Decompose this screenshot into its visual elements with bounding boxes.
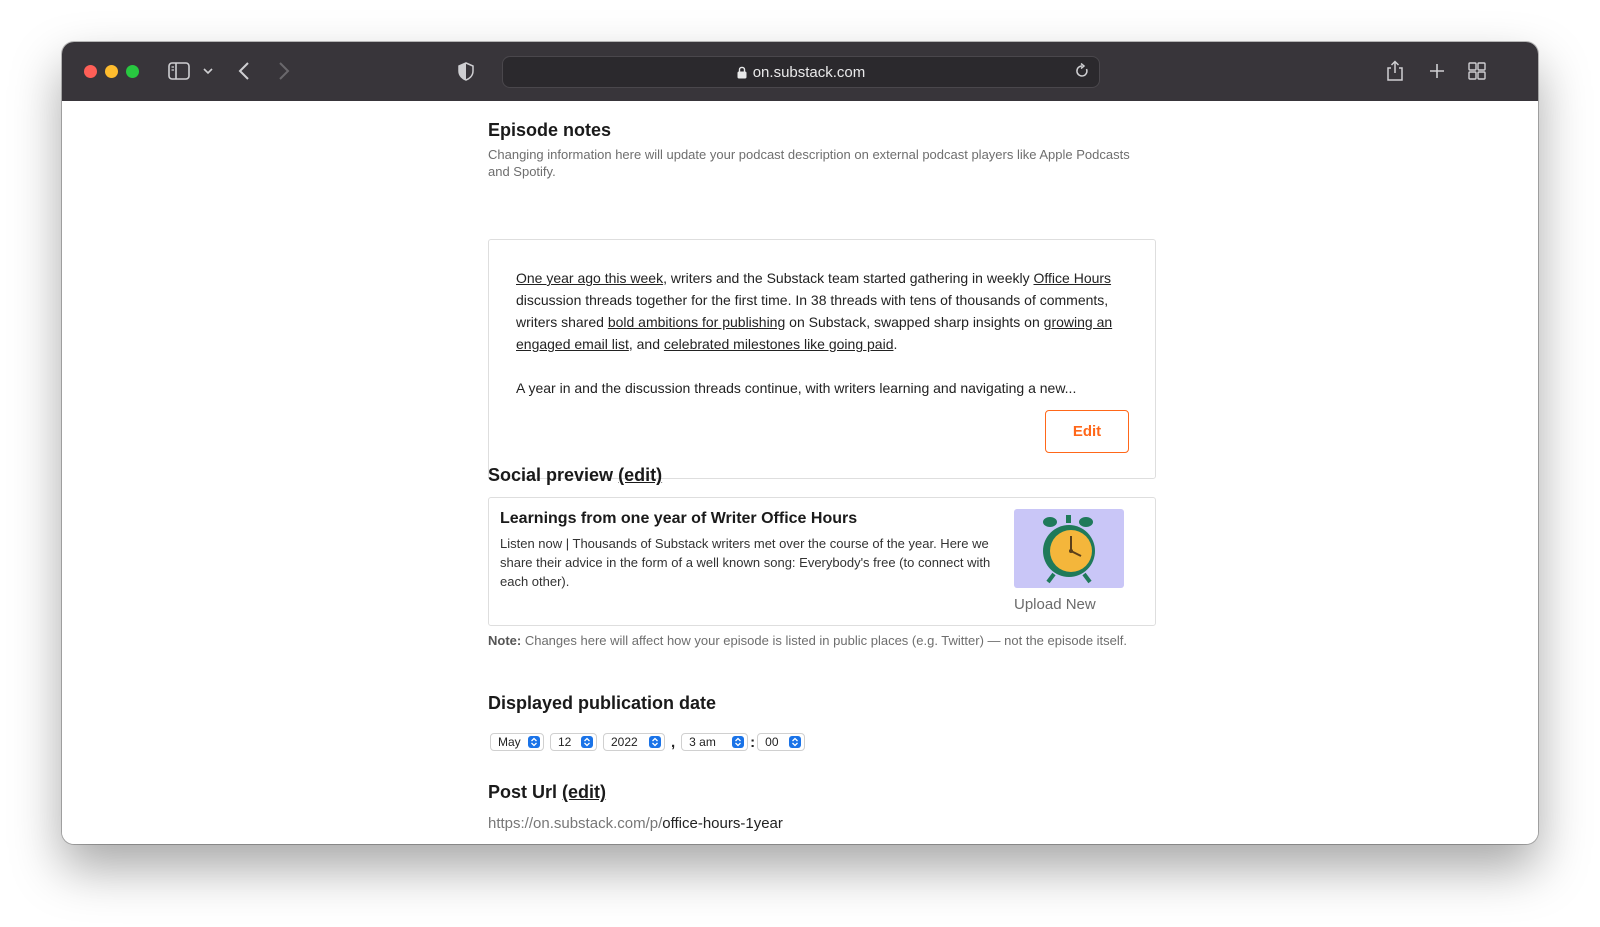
share-icon[interactable] (1384, 58, 1406, 84)
social-preview-header: Social preview (edit) (488, 465, 1158, 486)
address-bar[interactable]: on.substack.com (502, 56, 1100, 88)
notes-text-segment: , and (628, 336, 664, 352)
notes-link-one-year-ago[interactable]: One year ago this week (516, 270, 663, 286)
post-url-header: Post Url (edit) (488, 782, 1158, 803)
social-preview-edit-link[interactable]: (edit) (618, 465, 662, 485)
zoom-window-button[interactable] (126, 65, 139, 78)
notes-text-segment: , writers and the Substack team started … (663, 270, 1034, 286)
post-url-slug: office-hours-1year (662, 815, 783, 832)
upload-new-link[interactable]: Upload New (1014, 596, 1096, 613)
hour-value: 3 am (689, 735, 716, 749)
minimize-window-button[interactable] (105, 65, 118, 78)
page-content: Episode notes Changing information here … (62, 101, 1538, 844)
post-url-value: https://on.substack.com/p/office-hours-1… (488, 815, 783, 832)
preview-description: Listen now | Thousands of Substack write… (500, 536, 991, 589)
notes-paragraph-2: A year in and the discussion threads con… (516, 380, 1077, 396)
edit-notes-button[interactable]: Edit (1045, 410, 1129, 453)
month-value: May (498, 735, 521, 749)
notes-link-office-hours[interactable]: Office Hours (1034, 270, 1112, 286)
close-window-button[interactable] (84, 65, 97, 78)
notes-link-bold-ambitions[interactable]: bold ambitions for publishing (608, 314, 785, 330)
post-url-title-text: Post Url (488, 782, 558, 802)
episode-notes-heading: Episode notes (488, 120, 612, 140)
year-select[interactable]: 2022 (603, 733, 665, 751)
social-preview-heading: Social preview (edit) (488, 465, 1158, 486)
forward-icon[interactable] (274, 58, 294, 84)
day-value: 12 (558, 735, 572, 749)
notes-paragraph-1: One year ago this week, writers and the … (516, 267, 1128, 355)
chevron-down-icon[interactable] (200, 58, 216, 84)
notes-link-milestones[interactable]: celebrated milestones like going paid (664, 336, 894, 352)
social-preview-note: Note: Changes here will affect how your … (488, 633, 1156, 649)
reload-icon[interactable] (1075, 62, 1089, 83)
post-url-edit-link[interactable]: (edit) (562, 782, 606, 802)
sidebar-toggle-icon[interactable] (166, 58, 192, 84)
notes-text-segment: . (893, 336, 898, 352)
note-text: Changes here will affect how your episod… (521, 633, 1128, 648)
select-arrows-icon (528, 736, 540, 748)
social-preview-card: Learnings from one year of Writer Office… (488, 497, 1156, 626)
social-preview-title-text: Social preview (488, 465, 614, 485)
date-comma: , (671, 733, 676, 751)
preview-thumbnail-alarm-clock[interactable] (1014, 509, 1124, 588)
notes-text-segment: on Substack, swapped sharp insights on (785, 314, 1044, 330)
minute-select[interactable]: 00 (757, 733, 806, 751)
select-arrows-icon (789, 736, 802, 748)
post-url-heading: Post Url (edit) (488, 782, 1158, 803)
select-arrows-icon (732, 736, 745, 748)
select-arrows-icon (649, 736, 661, 748)
preview-title: Learnings from one year of Writer Office… (500, 510, 858, 527)
episode-notes-text: One year ago this week, writers and the … (516, 267, 1128, 399)
year-value: 2022 (611, 735, 638, 749)
lock-icon (737, 66, 747, 79)
note-label: Note: (488, 633, 522, 648)
month-select[interactable]: May (490, 733, 544, 751)
new-tab-icon[interactable] (1426, 58, 1448, 84)
episode-notes-box: One year ago this week, writers and the … (488, 239, 1156, 479)
hour-select[interactable]: 3 am (681, 733, 749, 751)
episode-notes-description: Changing information here will update yo… (488, 147, 1130, 179)
publication-date-selects: May 12 2022 , 3 am : 00 (490, 732, 811, 752)
browser-toolbar: on.substack.com (62, 42, 1538, 101)
time-colon: : (750, 733, 756, 751)
back-icon[interactable] (234, 58, 254, 84)
episode-notes-section: Episode notes Changing information here … (488, 120, 1158, 180)
tab-overview-icon[interactable] (1466, 58, 1488, 84)
publication-date-header: Displayed publication date (488, 693, 1158, 714)
browser-window: on.substack.com Episode notes Changing i… (62, 42, 1538, 844)
select-arrows-icon (581, 736, 593, 748)
post-url-base: https://on.substack.com/p/ (488, 815, 663, 832)
day-select[interactable]: 12 (550, 733, 597, 751)
privacy-shield-icon[interactable] (456, 58, 476, 84)
address-text: on.substack.com (752, 63, 866, 81)
publication-date-heading: Displayed publication date (488, 693, 717, 713)
minute-value: 00 (765, 735, 779, 749)
